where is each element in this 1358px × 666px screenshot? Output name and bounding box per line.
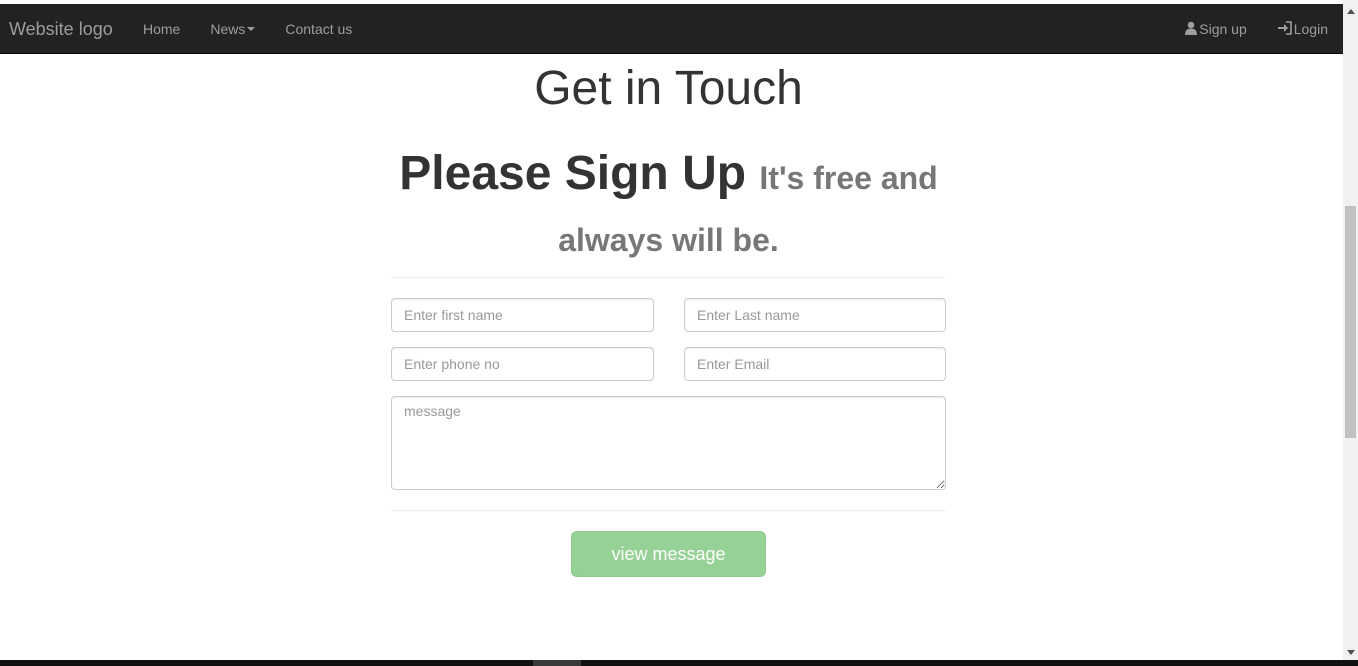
navbar: Website logo Home News Contact us Sign u…: [0, 4, 1343, 54]
signup-label: Sign up: [1199, 21, 1247, 37]
brand-logo[interactable]: Website logo: [9, 4, 113, 54]
scroll-down-button[interactable]: [1343, 645, 1358, 660]
page-title: Get in Touch: [534, 62, 803, 115]
log-in-icon: [1277, 21, 1292, 35]
arrow-up-icon: [1346, 9, 1355, 14]
user-icon: [1185, 21, 1198, 35]
nav-news-dropdown[interactable]: News: [195, 4, 270, 54]
signup-heading: Please Sign Up It's free and always will…: [391, 145, 946, 269]
last-name-input[interactable]: [684, 298, 946, 332]
message-textarea[interactable]: [391, 396, 946, 490]
divider-bottom: [391, 510, 946, 511]
phone-input[interactable]: [391, 347, 654, 381]
signup-heading-main: Please Sign Up: [399, 147, 747, 200]
caret-down-icon: [247, 27, 256, 31]
taskbar-edge: [0, 660, 1358, 666]
taskbar-item: [533, 660, 581, 666]
nav-contact-label: Contact us: [285, 21, 353, 37]
nav-links: Home News Contact us: [128, 4, 367, 54]
arrow-down-icon: [1346, 650, 1355, 655]
email-input[interactable]: [684, 347, 946, 381]
scroll-up-button[interactable]: [1343, 4, 1358, 19]
view-message-button[interactable]: view message: [571, 531, 766, 577]
first-name-input[interactable]: [391, 298, 654, 332]
login-label: Login: [1293, 21, 1328, 37]
nav-home[interactable]: Home: [128, 4, 195, 54]
login-link[interactable]: Login: [1262, 4, 1343, 54]
nav-news-label: News: [210, 21, 246, 37]
nav-contact[interactable]: Contact us: [270, 4, 367, 54]
nav-home-label: Home: [143, 21, 181, 37]
signup-link[interactable]: Sign up: [1169, 4, 1261, 54]
nav-right: Sign up Login: [1169, 4, 1343, 54]
divider-top: [391, 277, 946, 278]
scrollbar-thumb[interactable]: [1345, 206, 1356, 438]
vertical-scrollbar[interactable]: [1343, 0, 1358, 660]
